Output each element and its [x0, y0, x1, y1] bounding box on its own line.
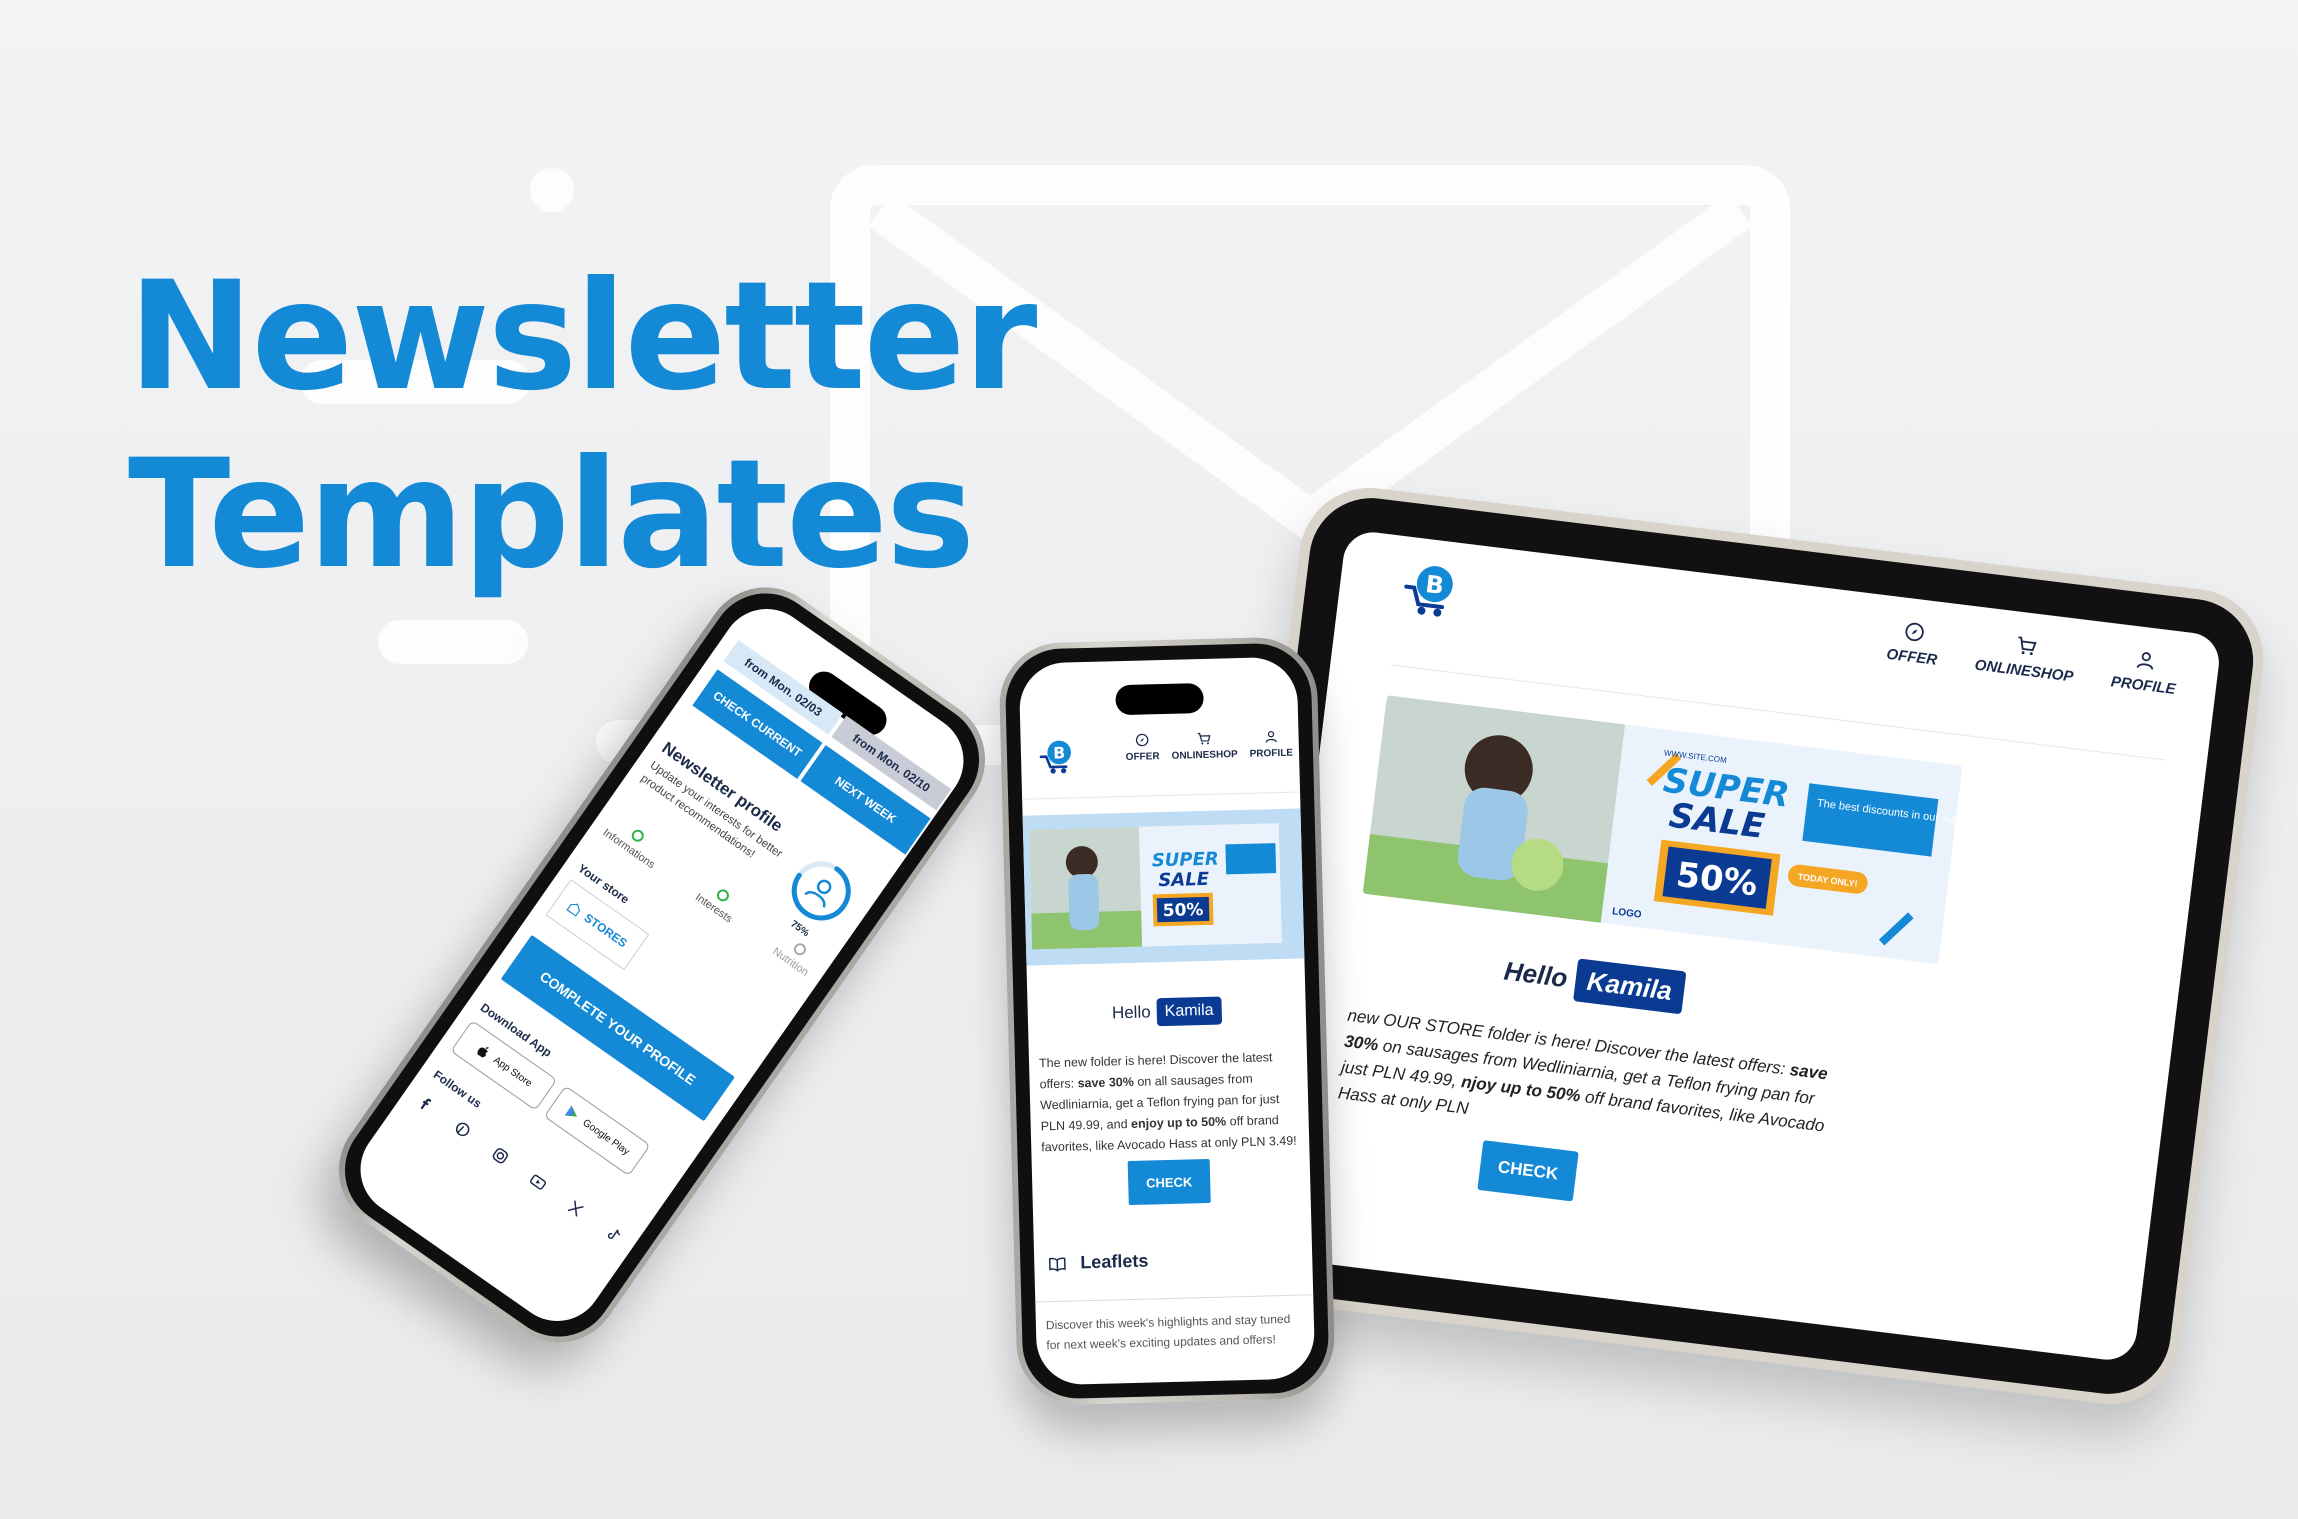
super-sale-banner[interactable]: SUPER SALE The best discounts in our sup…	[1362, 695, 1963, 965]
svg-text:B: B	[1424, 570, 1446, 600]
store-logo-icon[interactable]: B	[1037, 736, 1076, 775]
divider	[1035, 1294, 1314, 1303]
cart-icon	[2018, 636, 2038, 656]
tiktok-icon[interactable]	[601, 1222, 626, 1247]
headline-line-1: Newsletter	[128, 250, 1037, 424]
leaflets-text: Discover this week's highlights and stay…	[1045, 1311, 1291, 1353]
leaflets-section-title[interactable]: Leaflets	[1048, 1251, 1149, 1275]
leaflets-title: Leaflets	[1080, 1250, 1149, 1273]
google-play-badge[interactable]: Google Play	[543, 1085, 651, 1177]
body-text-bold: enjoy up to 50%	[1130, 1114, 1227, 1131]
svg-text:SALE: SALE	[1158, 869, 1210, 891]
nav-onlineshop[interactable]: ONLINESHOP	[1171, 730, 1238, 762]
svg-text:50%: 50%	[1163, 900, 1204, 921]
tablet-bezel: B OFFER ONLINESHOP PROFILE SUPER SALE Th…	[1219, 491, 2261, 1401]
banner-image: SUPER SALE 50%	[1028, 823, 1298, 950]
check-button[interactable]: CHECK	[1127, 1158, 1211, 1206]
super-sale-banner[interactable]: SUPER SALE 50%	[1022, 808, 1305, 966]
store-icon	[566, 903, 581, 917]
check-button[interactable]: CHECK	[1477, 1140, 1579, 1202]
your-store-section: Your store STORES	[545, 861, 662, 971]
nav-profile[interactable]: PROFILE	[2110, 646, 2180, 698]
greeting-text: Hello	[1502, 955, 1570, 994]
nav-offer[interactable]: OFFER	[1886, 618, 1942, 669]
svg-text:B: B	[1053, 743, 1065, 762]
nav-label: ONLINESHOP	[1171, 749, 1238, 762]
pinterest-icon[interactable]	[450, 1117, 475, 1142]
greeting: Hello Kamila	[1502, 950, 1687, 1015]
svg-text:SUPER: SUPER	[1152, 849, 1219, 872]
google-play-label: Google Play	[580, 1116, 632, 1158]
nav-label: OFFER	[1125, 751, 1160, 763]
facebook-icon[interactable]	[412, 1090, 437, 1115]
app-store-label: App Store	[491, 1054, 535, 1089]
phone-header: B OFFER ONLINESHOP PROFILE	[1020, 720, 1301, 800]
instagram-icon[interactable]	[488, 1143, 513, 1168]
dynamic-island	[1115, 682, 1204, 716]
nav-offer[interactable]: OFFER	[1125, 732, 1160, 763]
phone-nav: OFFER ONLINESHOP PROFILE	[1125, 729, 1293, 763]
google-play-icon	[564, 1105, 577, 1117]
body-text-bold: save 30%	[1077, 1074, 1135, 1091]
compass-icon	[1135, 733, 1149, 747]
newsletter-body-text: The new folder is here! Discover the lat…	[1039, 1047, 1300, 1159]
greeting-text: Hello	[1111, 1002, 1151, 1023]
stores-button-label: STORES	[581, 910, 630, 951]
nav-label: PROFILE	[1249, 747, 1294, 760]
book-open-icon	[1048, 1257, 1066, 1272]
greeting: Hello Kamila	[1027, 994, 1306, 1029]
subscriber-name-badge: Kamila	[1156, 996, 1222, 1027]
phone-bezel: B OFFER ONLINESHOP PROFILE SUPER SALE 50…	[1004, 642, 1330, 1400]
nav-profile[interactable]: PROFILE	[1249, 729, 1293, 760]
subscriber-name-badge: Kamila	[1572, 958, 1687, 1015]
headline-line-2: Templates	[128, 428, 975, 602]
newsletter-body-text: new OUR STORE folder is here! Discover t…	[1336, 1003, 1845, 1167]
compass-icon	[1905, 622, 1925, 642]
user-icon	[1265, 731, 1277, 743]
phone-front-device: B OFFER ONLINESHOP PROFILE SUPER SALE 50…	[998, 635, 1336, 1407]
x-icon[interactable]	[563, 1196, 588, 1221]
phone-screen-newsletter: B OFFER ONLINESHOP PROFILE SUPER SALE 50…	[1018, 656, 1316, 1386]
youtube-icon[interactable]	[525, 1170, 550, 1195]
apple-icon	[477, 1047, 489, 1058]
banner-image: SUPER SALE The best discounts in our sup…	[1362, 695, 1963, 965]
store-logo-icon[interactable]: B	[1397, 556, 1462, 621]
page-headline: Newsletter Templates	[128, 248, 1037, 604]
tablet-device: B OFFER ONLINESHOP PROFILE SUPER SALE Th…	[1208, 479, 2272, 1413]
tablet-screen: B OFFER ONLINESHOP PROFILE SUPER SALE Th…	[1257, 528, 2223, 1364]
cart-icon	[1197, 732, 1211, 745]
user-icon	[2137, 652, 2154, 670]
